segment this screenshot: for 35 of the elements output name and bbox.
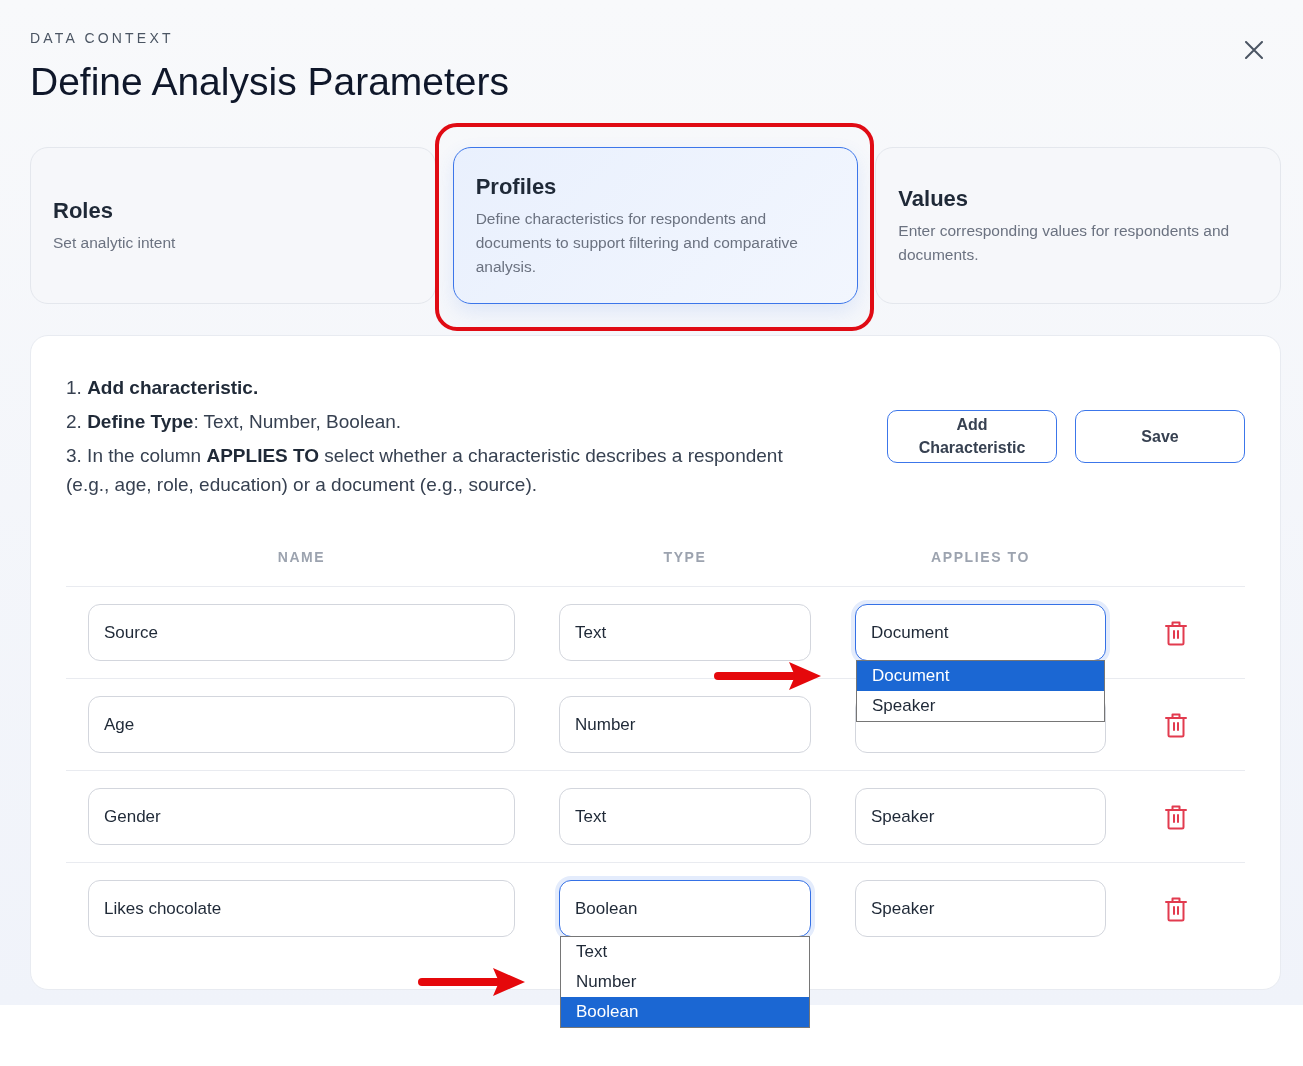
step-description: Enter corresponding values for respondents and documents. xyxy=(898,220,1231,265)
name-field[interactable]: Gender xyxy=(88,788,515,845)
trash-icon[interactable] xyxy=(1164,803,1188,830)
trash-icon[interactable] xyxy=(1164,711,1188,738)
dropdown-option[interactable]: Document xyxy=(857,661,1104,691)
step-card[interactable]: Roles Set analytic intent xyxy=(30,147,436,304)
type-select[interactable]: Number xyxy=(559,696,811,753)
step-title: Values xyxy=(898,184,970,213)
step-title: Profiles xyxy=(475,172,558,201)
column-header: APPLIES TO xyxy=(931,549,1030,565)
column-header: TYPE xyxy=(663,549,707,565)
dialog-eyebrow: DATA CONTEXT xyxy=(30,30,175,47)
save-button[interactable]: Save xyxy=(1075,409,1245,463)
add-characteristic-button[interactable]: Add Characteristic xyxy=(887,409,1057,463)
type-select[interactable]: Text xyxy=(559,604,811,661)
trash-icon[interactable] xyxy=(1164,895,1188,922)
instruction-text: 2. Define Type: Text, Number, Boolean. xyxy=(66,410,403,434)
instruction-text: 1. Add characteristic. xyxy=(66,376,260,400)
type-select[interactable]: Text xyxy=(559,788,811,845)
name-field[interactable]: Likes chocolate xyxy=(88,880,515,937)
applies-to-select[interactable]: Speaker xyxy=(855,880,1106,937)
step-card[interactable]: Values Enter corresponding values for respondents and documents. xyxy=(875,147,1281,304)
dialog-title: Define Analysis Parameters xyxy=(30,59,510,105)
instruction-text: 3. In the column APPLIES TO select whether a characteristic describes a respondent (e.g., age, role, education) or a document (e.g., source). xyxy=(66,444,784,497)
step-description: Define characteristics for respondents and documents to support filtering and comparative analysis. xyxy=(475,208,799,277)
close-icon[interactable] xyxy=(1245,41,1263,59)
step-card[interactable]: Profiles Define characteristics for respondents and documents to support filtering and comparative analysis. xyxy=(452,147,859,304)
step-title: Roles xyxy=(53,196,114,225)
name-field[interactable]: Source xyxy=(88,604,515,661)
trash-icon[interactable] xyxy=(1164,619,1188,646)
step-description: Set analytic intent xyxy=(53,232,177,253)
dropdown-option[interactable]: Boolean xyxy=(561,997,809,1027)
applies-to-select[interactable]: Speaker xyxy=(855,788,1106,845)
name-field[interactable]: Age xyxy=(88,696,515,753)
column-header: NAME xyxy=(277,549,326,565)
